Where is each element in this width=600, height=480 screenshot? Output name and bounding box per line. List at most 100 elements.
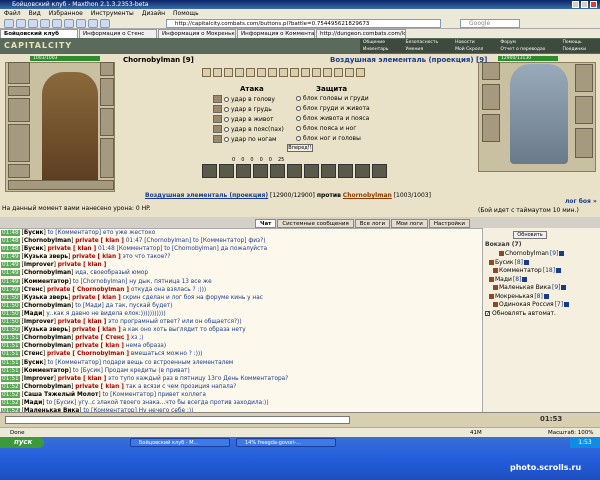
shield-slot[interactable] <box>100 108 114 136</box>
defense-5-row[interactable]: блок ног и головы <box>296 135 361 142</box>
player-name[interactable]: Мади <box>495 276 512 283</box>
skill-1-icon[interactable] <box>202 164 217 178</box>
skill-11-icon[interactable] <box>372 164 387 178</box>
chat-nick[interactable]: Стенс <box>24 287 43 293</box>
history-icon[interactable] <box>76 19 86 28</box>
effect-15-icon[interactable] <box>356 68 365 77</box>
nav-battles[interactable]: Поединки <box>562 46 600 53</box>
nav-skills[interactable]: Умения <box>406 46 453 53</box>
print-icon[interactable] <box>88 19 98 28</box>
chat-time[interactable]: 01:52 <box>1 391 20 398</box>
player-entry[interactable]: Мади [8] <box>489 276 528 283</box>
refresh-button[interactable]: Обновить <box>513 231 547 239</box>
defense-1-row[interactable]: блок головы и груди <box>296 95 369 102</box>
chat-nick[interactable]: Мади <box>24 311 42 317</box>
player-name[interactable]: Chornobylman <box>505 250 549 257</box>
effect-7-icon[interactable] <box>268 68 277 77</box>
amulet-slot[interactable] <box>8 86 30 96</box>
chat-input[interactable] <box>5 416 350 424</box>
skill-7-icon[interactable] <box>304 164 319 178</box>
chat-nick[interactable]: Chornobylman <box>24 335 71 341</box>
menu-file[interactable]: Файл <box>4 9 21 18</box>
chat-nick[interactable]: Chornobylman <box>24 303 71 309</box>
info-icon[interactable] <box>543 293 549 299</box>
weapon-slot[interactable] <box>8 98 30 122</box>
tab-settings[interactable]: Настройки <box>428 219 470 228</box>
chat-private-tag[interactable]: private [ klan ] <box>75 384 124 390</box>
home-icon[interactable] <box>52 19 62 28</box>
chat-nick[interactable]: Бусик <box>24 246 44 252</box>
effect-9-icon[interactable] <box>290 68 299 77</box>
auto-refresh-checkbox[interactable]: ✓ <box>485 311 490 317</box>
menu-favorites[interactable]: Избранное <box>49 9 83 18</box>
nav-forum[interactable]: Форум <box>500 39 559 46</box>
skill-4-icon[interactable] <box>253 164 268 178</box>
chat-nick[interactable]: Chornobylman <box>24 270 71 276</box>
tab-info-commentator[interactable]: Информация о Комментатор <box>237 29 315 38</box>
chat-time[interactable]: 01:49 <box>1 262 20 269</box>
effect-6-icon[interactable] <box>257 68 266 77</box>
auto-refresh[interactable]: ✓ Обновлять автомат. <box>485 310 556 317</box>
menu-view[interactable]: Вид <box>29 9 41 18</box>
chat-private-tag[interactable]: private [ klan ] <box>72 295 121 301</box>
nav-news[interactable]: Новости <box>455 39 497 46</box>
skill-5-icon[interactable] <box>270 164 285 178</box>
defense-4-row[interactable]: блок пояса и ног <box>296 125 356 132</box>
menu-tools[interactable]: Инструменты <box>91 9 134 18</box>
effect-1-icon[interactable] <box>202 68 211 77</box>
maximize-button[interactable] <box>581 1 588 8</box>
chat-time[interactable]: 01:49 <box>1 254 20 261</box>
effect-5-icon[interactable] <box>246 68 255 77</box>
helmet-slot[interactable] <box>8 62 30 84</box>
tab-my-logs[interactable]: Мои логи <box>391 219 428 228</box>
player-name[interactable]: Бусик <box>495 259 514 266</box>
tab-system[interactable]: Системные сообщения <box>277 219 354 228</box>
armor-slot[interactable] <box>8 124 30 162</box>
chat-nick[interactable]: Бусик <box>24 360 44 366</box>
chat-time[interactable]: 01:48 <box>1 230 20 236</box>
attack-head-row[interactable]: удар в голову <box>213 95 275 103</box>
attack-chest-radio[interactable] <box>224 106 229 112</box>
attack-head-radio[interactable] <box>224 96 229 102</box>
chat-nick[interactable]: Кузька зверь <box>24 295 68 301</box>
tab-chat[interactable]: Чат <box>255 219 277 228</box>
chat-time[interactable]: 01:51 <box>1 335 20 342</box>
vs-left-link[interactable]: Воздушная элементаль (проекция) <box>145 192 268 199</box>
chat-private-tag[interactable]: private [ klan ] <box>75 343 124 349</box>
nav-help[interactable]: Помощь <box>562 39 600 46</box>
chat-time[interactable]: 01:50 <box>1 302 20 309</box>
chat-nick[interactable]: Кузька зверь <box>24 254 68 260</box>
chat-time[interactable]: 01:52 <box>1 383 20 390</box>
chat-time[interactable]: 01:50 <box>1 319 20 326</box>
info-icon[interactable] <box>524 259 529 265</box>
chat-nick[interactable]: Бусик <box>24 230 44 236</box>
chat-time[interactable]: 01:51 <box>1 351 20 358</box>
effect-14-icon[interactable] <box>345 68 354 77</box>
player-name[interactable]: Комментатор <box>499 267 542 274</box>
chat-private-tag[interactable]: private [ Chornobylman ] <box>47 351 129 357</box>
nav-scroll[interactable]: Мой Скролл <box>455 46 497 53</box>
attack-waist-row[interactable]: удар в пояс(пах) <box>213 125 284 133</box>
skill-2-icon[interactable] <box>219 164 234 178</box>
defense-5-radio[interactable] <box>296 136 301 141</box>
defense-1-radio[interactable] <box>296 96 301 101</box>
forward-icon[interactable] <box>16 19 26 28</box>
defense-3-radio[interactable] <box>296 116 301 121</box>
start-button[interactable]: пуск <box>0 437 44 448</box>
chat-private-tag[interactable]: private [ klan ] <box>72 254 121 260</box>
defense-4-radio[interactable] <box>296 126 301 131</box>
boots-slot[interactable] <box>100 138 114 178</box>
go-button[interactable]: Вперед!! <box>287 144 313 152</box>
chat-nick[interactable]: Комментатор <box>24 368 69 374</box>
player-entry[interactable]: Одинокая Россия [7] <box>493 301 570 308</box>
nav-inventory[interactable]: Инвентарь <box>363 46 403 53</box>
chat-nick[interactable]: Мади <box>24 400 42 406</box>
effect-11-icon[interactable] <box>312 68 321 77</box>
chat-time[interactable]: 01:49 <box>1 278 20 285</box>
tab-fightclub[interactable]: Бойцовский клуб <box>0 29 78 38</box>
player-entry[interactable]: Бусик [8] <box>489 259 529 266</box>
info-icon[interactable] <box>556 268 562 273</box>
chat-time[interactable]: 01:50 <box>1 294 20 301</box>
menu-design[interactable]: Дизайн <box>142 9 165 18</box>
chat-nick[interactable]: Improver <box>24 319 54 325</box>
